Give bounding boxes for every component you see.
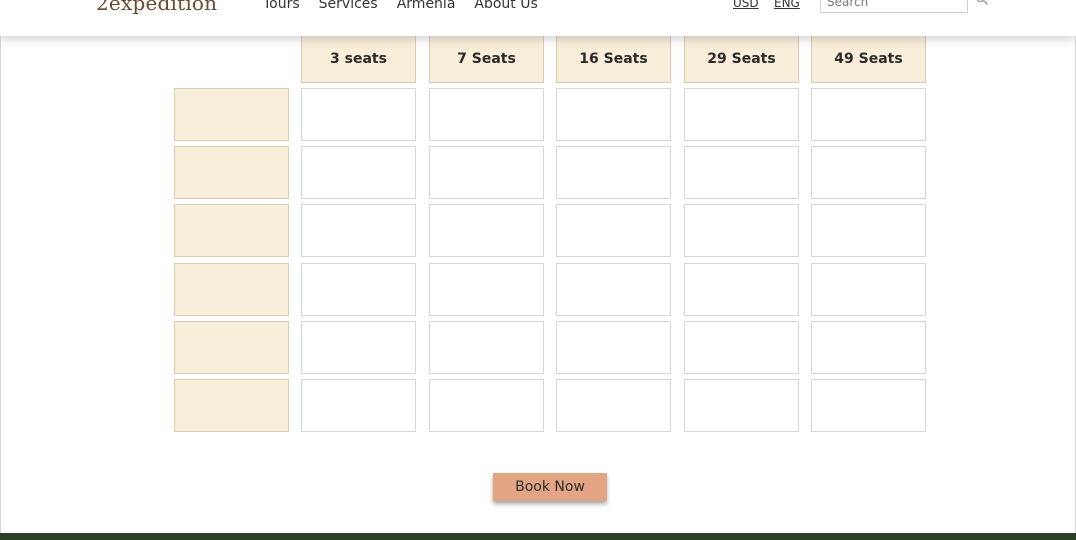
- price-cell: [429, 263, 544, 316]
- left-frame-line: [0, 0, 1, 540]
- price-cell: [811, 88, 926, 141]
- price-cell: [429, 379, 544, 432]
- price-cell: [429, 146, 544, 199]
- price-cell: [684, 379, 799, 432]
- price-cell: [811, 379, 926, 432]
- price-cell: [556, 146, 671, 199]
- row-label-cell: [174, 146, 289, 199]
- price-cell: [811, 146, 926, 199]
- main-nav: Tours Services Armenia About Us: [263, 0, 538, 12]
- price-cell: [429, 321, 544, 374]
- site-header: 2expedition Tours Services Armenia About…: [0, 0, 1076, 36]
- price-cell: [556, 379, 671, 432]
- price-cell: [684, 263, 799, 316]
- price-cell: [811, 263, 926, 316]
- price-cell: [556, 321, 671, 374]
- price-cell: [301, 263, 416, 316]
- price-cell: [301, 379, 416, 432]
- price-cell: [684, 146, 799, 199]
- row-label-cell: [174, 88, 289, 141]
- nav-item-about-us[interactable]: About Us: [474, 0, 537, 12]
- price-cell: [684, 204, 799, 257]
- price-cell: [556, 263, 671, 316]
- price-cell: [301, 204, 416, 257]
- price-cell: [301, 321, 416, 374]
- row-label-cell: [174, 379, 289, 432]
- column-header-16-seats: 16 Seats: [556, 36, 671, 83]
- row-label-cell: [174, 204, 289, 257]
- footer-bar: [0, 533, 1076, 540]
- nav-item-tours[interactable]: Tours: [263, 0, 300, 12]
- currency-selector[interactable]: USD: [733, 0, 759, 10]
- search-input[interactable]: Search: [820, 0, 968, 13]
- site-logo[interactable]: 2expedition: [96, 0, 217, 15]
- price-cell: [301, 146, 416, 199]
- price-cell: [811, 321, 926, 374]
- price-cell: [301, 88, 416, 141]
- nav-item-services[interactable]: Services: [319, 0, 378, 12]
- book-now-button[interactable]: Book Now: [493, 473, 607, 501]
- column-header-7-seats: 7 Seats: [429, 36, 544, 83]
- price-cell: [684, 88, 799, 141]
- search-icon[interactable]: [975, 0, 989, 6]
- price-cell: [811, 204, 926, 257]
- price-cell: [429, 204, 544, 257]
- column-header-49-seats: 49 Seats: [811, 36, 926, 83]
- price-cell: [684, 321, 799, 374]
- nav-item-armenia[interactable]: Armenia: [397, 0, 456, 12]
- column-header-3-seats: 3 seats: [301, 36, 416, 83]
- price-cell: [429, 88, 544, 141]
- price-cell: [556, 88, 671, 141]
- price-cell: [556, 204, 671, 257]
- row-label-cell: [174, 321, 289, 374]
- language-selector[interactable]: ENG: [774, 0, 800, 10]
- row-label-cell: [174, 263, 289, 316]
- column-header-29-seats: 29 Seats: [684, 36, 799, 83]
